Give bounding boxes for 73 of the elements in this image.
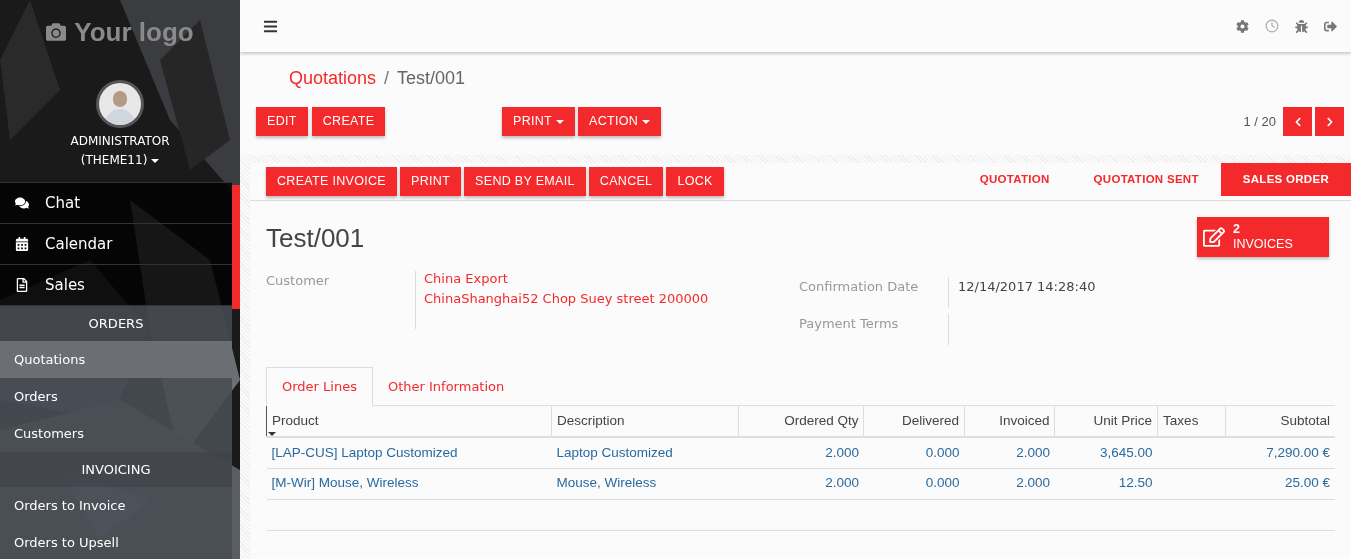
tab[interactable]: Other Information	[372, 367, 520, 406]
menu-item[interactable]: Orders	[0, 378, 232, 415]
column-header[interactable]: Delivered	[864, 406, 965, 437]
status-stage[interactable]: QUOTATION	[957, 163, 1072, 196]
table-cell: 2.000	[1016, 475, 1050, 491]
table-cell: 7,290.00 €	[1266, 444, 1330, 460]
status-stage[interactable]: SALES ORDER	[1220, 163, 1351, 196]
table-cell: 2.000	[825, 475, 859, 491]
menu-item[interactable]: Orders to Invoice	[0, 487, 232, 524]
workflow-button[interactable]: LOCK	[666, 167, 724, 196]
user-menu[interactable]: ADMINISTRATOR (THEME11)	[70, 132, 170, 170]
app-menu-item[interactable]: Sales	[0, 265, 232, 306]
table-cell: 12.50	[1118, 475, 1153, 491]
chat-icon	[15, 196, 29, 210]
logo: Your logo	[74, 15, 194, 49]
table-cell: 0.000	[925, 444, 960, 460]
clock-icon[interactable]	[1265, 19, 1279, 33]
toolbar-button[interactable]: CREATE	[311, 107, 386, 136]
sort-icon	[268, 432, 276, 436]
document-icon	[15, 278, 29, 292]
table-cell: Mouse, Wireless	[556, 475, 657, 491]
field-label: Customer	[266, 271, 416, 329]
table-cell: [M-Wir] Mouse, Wireless	[271, 475, 419, 491]
customer-link[interactable]: China Export	[424, 269, 709, 289]
settings-icon[interactable]	[1236, 19, 1249, 33]
table-cell: 25.00 €	[1284, 475, 1330, 491]
table-cell: 2.000	[1016, 444, 1050, 460]
table-cell: Laptop Customized	[556, 444, 673, 460]
column-header[interactable]: Description	[551, 406, 739, 437]
logout-icon[interactable]	[1324, 19, 1337, 33]
field-label: Payment Terms	[799, 314, 949, 345]
record-title: Test/001	[266, 222, 365, 255]
toolbar-button[interactable]: EDIT	[256, 107, 308, 136]
breadcrumb-separator: /	[384, 67, 390, 90]
field-label: Confirmation Date	[799, 277, 949, 308]
workflow-button[interactable]: CANCEL	[588, 167, 664, 196]
bug-icon[interactable]	[1295, 19, 1308, 33]
table-cell: 0.000	[925, 475, 960, 491]
column-header[interactable]: Invoiced	[964, 406, 1055, 437]
column-header[interactable]: Unit Price	[1054, 406, 1158, 437]
calendar-icon	[15, 237, 29, 251]
workflow-button[interactable]: SEND BY EMAIL	[464, 167, 586, 196]
menu-section-header: ORDERS	[0, 306, 232, 341]
customer-link[interactable]: ChinaShanghai52 Chop Suey street 200000	[424, 289, 709, 309]
table-cell: 3,645.00	[1100, 444, 1153, 460]
invoices-button[interactable]: 2 INVOICES	[1197, 217, 1329, 257]
breadcrumb-link[interactable]: Quotations	[289, 65, 377, 92]
menu-item[interactable]: Quotations	[0, 341, 232, 378]
menu-item[interactable]: Customers	[0, 415, 232, 452]
column-header[interactable]: Taxes	[1157, 406, 1226, 437]
dropdown-button[interactable]: PRINT	[502, 107, 576, 136]
tab[interactable]: Order Lines	[266, 367, 373, 406]
column-header[interactable]: Subtotal	[1225, 406, 1335, 437]
chevron-right-icon	[1324, 116, 1335, 127]
status-stage[interactable]: QUOTATION SENT	[1071, 163, 1221, 196]
workflow-button[interactable]: CREATE INVOICE	[266, 167, 398, 196]
dropdown-button[interactable]: ACTION	[578, 107, 662, 136]
breadcrumb-current: Test/001	[397, 67, 466, 90]
table-cell: [LAP-CUS] Laptop Customized	[271, 444, 458, 460]
edit-icon	[1203, 226, 1225, 248]
field-value: 12/14/2017 14:28:40	[957, 278, 1096, 296]
table-cell: 2.000	[825, 444, 859, 460]
menu-icon[interactable]	[263, 18, 278, 34]
column-header[interactable]: Product	[266, 406, 552, 437]
app-menu-item[interactable]: Chat	[0, 183, 232, 224]
column-header[interactable]: Ordered Qty	[738, 406, 864, 437]
scrollbar-thumb[interactable]	[232, 185, 240, 309]
workflow-button[interactable]: PRINT	[400, 167, 462, 196]
camera-icon	[46, 22, 67, 42]
menu-item[interactable]: Orders to Upsell	[0, 524, 232, 559]
pager-counter: 1 / 20	[1243, 112, 1276, 131]
app-menu-item[interactable]: Calendar	[0, 224, 232, 265]
menu-section-header: INVOICING	[0, 452, 232, 487]
